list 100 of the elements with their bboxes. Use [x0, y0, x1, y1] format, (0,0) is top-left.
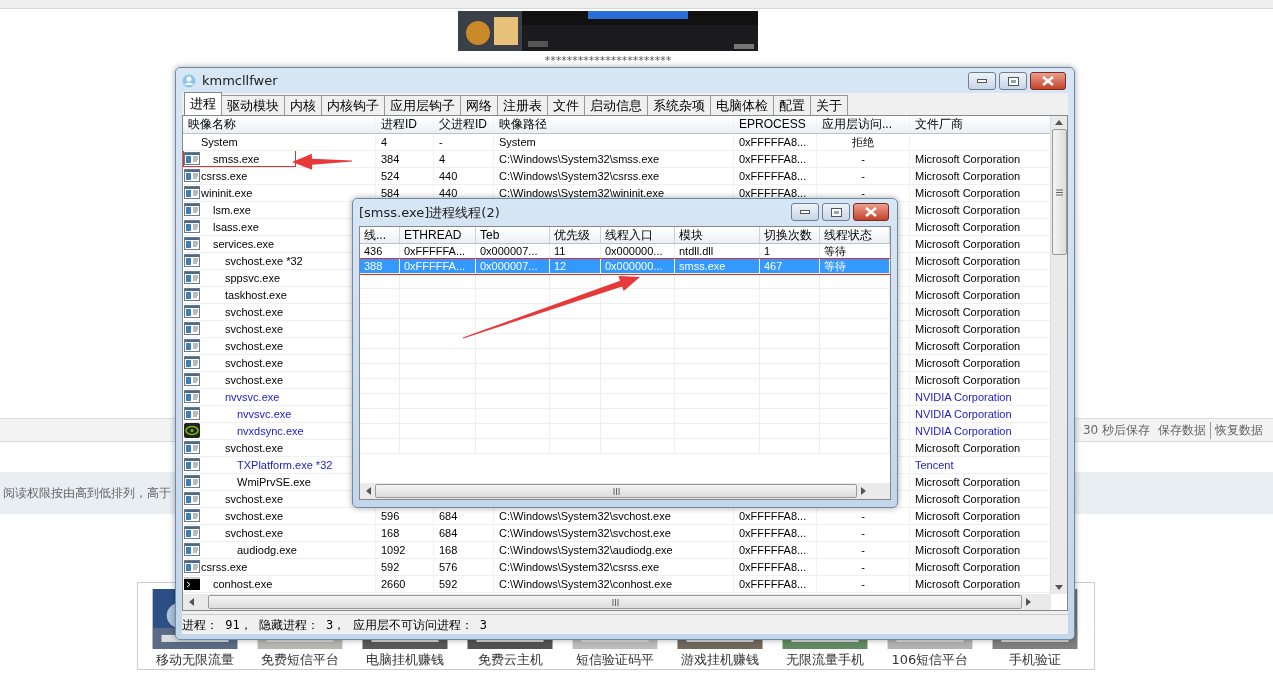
ad-link[interactable]: 免费云主机 — [477, 651, 543, 669]
tab[interactable]: 配置 — [773, 95, 811, 115]
scroll-right-icon — [1026, 598, 1031, 606]
minimize-icon — [800, 210, 810, 214]
column-header[interactable]: 映像名称 — [183, 116, 376, 133]
horizontal-scrollbar[interactable] — [360, 483, 890, 499]
table-cell: - — [434, 134, 494, 150]
process-name[interactable]: svchost.exe — [201, 338, 284, 354]
column-header[interactable]: 优先级 — [550, 227, 601, 243]
tab[interactable]: 系统杂项 — [647, 95, 711, 115]
process-name[interactable]: svchost.exe — [201, 372, 284, 388]
tab[interactable]: 网络 — [460, 95, 498, 115]
column-header[interactable]: 切换次数 — [760, 227, 820, 243]
column-header[interactable]: 应用层访问... — [817, 116, 910, 133]
process-name[interactable]: lsass.exe — [201, 219, 259, 235]
process-name[interactable]: System — [201, 134, 238, 150]
tab[interactable]: 注册表 — [497, 95, 548, 115]
process-name[interactable]: services.exe — [201, 236, 275, 252]
process-name[interactable]: lsm.exe — [201, 202, 251, 218]
table-cell: 等待 — [820, 259, 890, 273]
scroll-left-icon — [189, 598, 194, 606]
column-header[interactable]: 线程入口 — [601, 227, 675, 243]
process-name[interactable]: svchost.exe — [201, 525, 284, 541]
scrollbar-thumb[interactable] — [208, 595, 1022, 609]
ad-link[interactable]: 手机验证 — [1009, 651, 1061, 669]
ad-link[interactable]: 106短信平台 — [891, 651, 969, 669]
column-header[interactable]: 映像路径 — [494, 116, 734, 133]
autosave-link[interactable]: 保存数据 — [1154, 421, 1206, 439]
tab[interactable]: 内核钩子 — [321, 95, 385, 115]
process-name[interactable]: svchost.exe — [201, 321, 284, 337]
process-name[interactable]: conhost.exe — [201, 576, 273, 592]
table-cell: 384 — [376, 151, 434, 167]
ad-link[interactable]: 游戏挂机赚钱 — [681, 651, 759, 669]
table-cell: - — [817, 525, 910, 541]
minimize-button[interactable] — [791, 203, 819, 221]
column-header[interactable]: EPROCESS — [734, 116, 817, 133]
table-cell: 0xFFFFFA8... — [734, 542, 817, 558]
table-cell: - — [817, 542, 910, 558]
tab[interactable]: 进程 — [184, 92, 222, 115]
horizontal-scrollbar[interactable] — [183, 594, 1051, 610]
tab[interactable]: 启动信息 — [584, 95, 648, 115]
process-name[interactable]: svchost.exe — [201, 508, 284, 524]
tab[interactable]: 关于 — [810, 95, 848, 115]
process-name[interactable]: nvvsvc.exe — [201, 389, 280, 405]
process-name[interactable]: svchost.exe — [201, 304, 284, 320]
ad-link[interactable]: 移动无限流量 — [156, 651, 234, 669]
scrollbar-thumb[interactable] — [375, 484, 857, 498]
column-header[interactable]: 父进程ID — [434, 116, 494, 133]
table-cell: 592 — [376, 559, 434, 575]
table-cell: 0xFFFFFA8... — [734, 525, 817, 541]
process-name[interactable]: TXPlatform.exe *32 — [201, 457, 333, 473]
process-name[interactable]: taskhost.exe — [201, 287, 287, 303]
table-cell: 12 — [550, 259, 601, 273]
process-name[interactable]: nvxdsync.exe — [201, 423, 304, 439]
close-icon — [1042, 76, 1054, 86]
table-cell: 0xFFFFFA8... — [734, 559, 817, 575]
process-name[interactable]: svchost.exe — [201, 440, 284, 456]
ad-link[interactable]: 免费短信平台 — [261, 651, 339, 669]
minimize-button[interactable] — [968, 72, 996, 90]
dialog-title: [smss.exe]进程线程(2) — [359, 203, 500, 222]
tab[interactable]: 内核 — [284, 95, 322, 115]
process-name[interactable]: svchost.exe — [201, 491, 284, 507]
maximize-button[interactable] — [999, 72, 1027, 90]
vertical-scrollbar[interactable] — [1050, 116, 1067, 594]
ad-link[interactable]: 无限流量手机 — [786, 651, 864, 669]
process-name[interactable]: svchost.exe — [201, 355, 284, 371]
column-header[interactable]: 模块 — [675, 227, 760, 243]
table-cell: 拒绝 — [817, 134, 910, 150]
table-cell: C:\Windows\System32\conhost.exe — [494, 576, 734, 592]
table-cell: 440 — [434, 168, 494, 184]
grip-icon — [612, 487, 620, 495]
process-name[interactable]: smss.exe — [201, 151, 260, 167]
autosave-link[interactable]: 恢复数据 — [1210, 421, 1263, 439]
column-header[interactable]: 线程状态 — [820, 227, 890, 243]
process-name[interactable]: sppsvc.exe — [201, 270, 281, 286]
close-button[interactable] — [1030, 72, 1066, 90]
column-header[interactable]: 线... — [360, 227, 400, 243]
ad-link[interactable]: 电脑挂机赚钱 — [366, 651, 444, 669]
process-name[interactable]: wininit.exe — [201, 185, 253, 201]
process-name[interactable]: WmiPrvSE.exe — [201, 474, 311, 490]
scrollbar-thumb[interactable] — [1051, 129, 1067, 255]
column-header[interactable]: Teb — [476, 227, 550, 243]
table-cell: 4 — [434, 151, 494, 167]
column-header[interactable]: 进程ID — [376, 116, 434, 133]
process-name[interactable]: csrss.exe — [201, 168, 248, 184]
process-name[interactable]: audiodg.exe — [201, 542, 297, 558]
tab[interactable]: 电脑体检 — [710, 95, 774, 115]
tab[interactable]: 文件 — [547, 95, 585, 115]
process-name[interactable]: csrss.exe — [201, 559, 248, 575]
ad-link[interactable]: 短信验证码平 — [576, 651, 654, 669]
maximize-button[interactable] — [822, 203, 850, 221]
tab[interactable]: 驱动模块 — [221, 95, 285, 115]
table-cell: - — [817, 168, 910, 184]
process-name[interactable]: nvvsvc.exe — [201, 406, 292, 422]
tab[interactable]: 应用层钩子 — [384, 95, 461, 115]
table-cell: 0xFFFFFA8... — [734, 168, 817, 184]
close-button[interactable] — [853, 203, 889, 221]
process-name[interactable]: svchost.exe *32 — [201, 253, 303, 269]
grip-icon — [611, 598, 619, 606]
column-header[interactable]: ETHREAD — [400, 227, 476, 243]
